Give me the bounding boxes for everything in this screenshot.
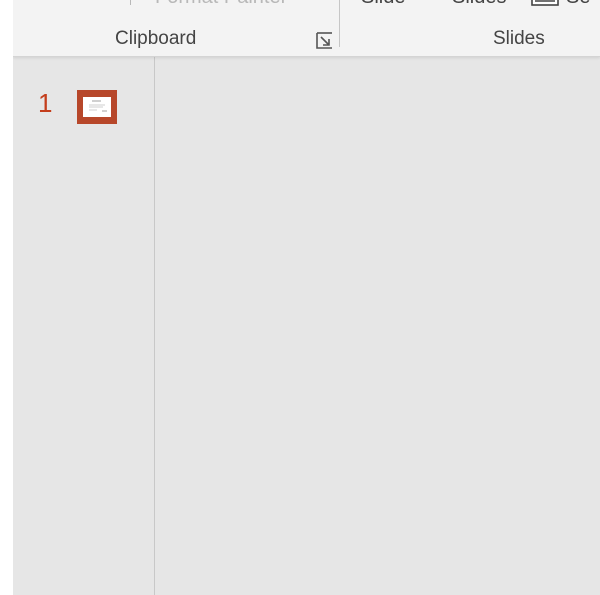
powerpoint-window: Format Painter Clipboard Slide Slides Se… [13, 0, 600, 595]
slide-thumbnail[interactable] [77, 90, 117, 124]
section-button[interactable]: Se [566, 0, 590, 9]
slide-number: 1 [38, 88, 53, 118]
ribbon: Format Painter Clipboard Slide Slides Se… [13, 0, 600, 57]
section-icon [531, 0, 559, 6]
format-painter-icon [128, 0, 134, 5]
slide-thumbnail-preview [83, 97, 111, 117]
format-painter-button[interactable]: Format Painter [155, 0, 287, 9]
slide-thumbnail-pane[interactable]: 1 [13, 57, 155, 595]
clipboard-group-label: Clipboard [115, 28, 197, 49]
slides-group-label: Slides [493, 28, 545, 49]
slide-editing-area[interactable] [155, 57, 600, 595]
reuse-slides-button[interactable]: Slides [452, 0, 506, 9]
new-slide-button[interactable]: Slide [361, 0, 405, 9]
ribbon-group-separator [339, 0, 340, 47]
clipboard-dialog-launcher-icon[interactable] [316, 32, 334, 50]
